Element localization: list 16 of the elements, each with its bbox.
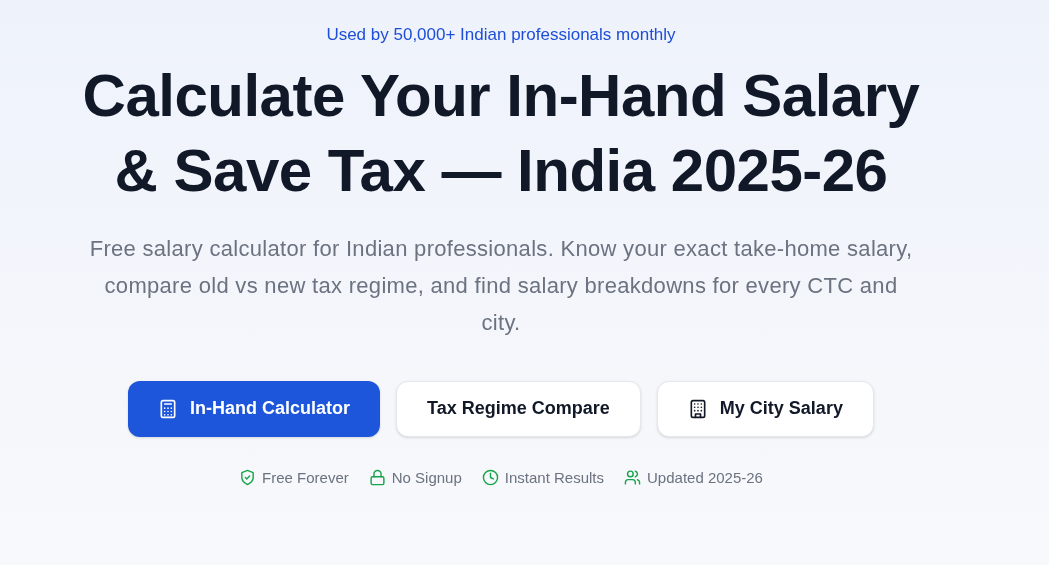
shield-check-icon	[239, 469, 257, 487]
description: Free salary calculator for Indian professionals. Know your exact take-home salary, compare old vs new tax regime, and find salary breakdowns for every CTC and city.	[88, 234, 914, 337]
feature-label: Free Forever	[262, 467, 349, 488]
nav-button[interactable]: My City Salary	[656, 380, 874, 437]
nav-button[interactable]: Tax Regime Compare	[396, 380, 641, 437]
nav-button[interactable]: In-Hand Calculator	[128, 380, 381, 437]
tagline: Used by 50,000+ Indian professionals monthly	[326, 24, 676, 46]
feature-label: Instant Results	[504, 467, 604, 488]
lock-icon	[368, 469, 386, 487]
users-icon	[624, 469, 641, 487]
calculator-icon	[158, 398, 179, 419]
headline: Calculate Your In-Hand Salary	[82, 60, 920, 131]
feature-label: Updated 2025-26	[647, 467, 763, 488]
clock-icon	[481, 469, 499, 487]
feature-label: No Signup	[391, 467, 462, 488]
headline: & Save Tax — India 2025-26	[114, 135, 888, 206]
